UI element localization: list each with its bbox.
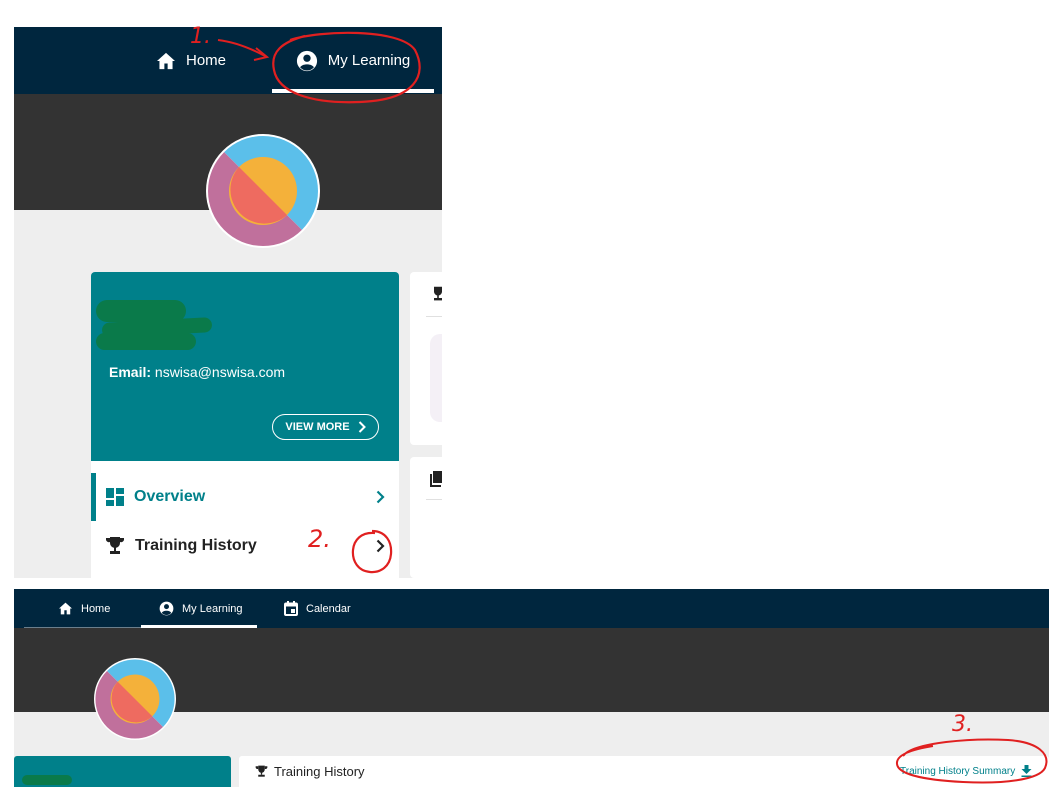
- dashboard-icon: [106, 488, 124, 506]
- avatar: [206, 134, 320, 248]
- redaction-mark: [22, 775, 72, 785]
- view-more-button[interactable]: VIEW MORE: [272, 414, 379, 440]
- nav-my-learning-label: My Learning: [182, 602, 243, 615]
- chevron-right-icon[interactable]: [376, 490, 385, 504]
- account-circle-icon: [159, 601, 174, 616]
- annotation-ellipse: [896, 738, 1048, 784]
- redaction-mark: [96, 333, 196, 350]
- annotation-circle: [351, 529, 393, 574]
- trophy-icon: [434, 286, 442, 301]
- avatar: [94, 658, 176, 740]
- active-tab-indicator: [141, 625, 257, 628]
- home-icon: [157, 52, 175, 69]
- calendar-icon: [284, 601, 298, 616]
- nav-home-tab[interactable]: Home: [58, 589, 110, 628]
- menu-item-overview[interactable]: Overview: [91, 473, 399, 521]
- annotation-marks: [217, 31, 421, 104]
- training-history-title: Training History: [255, 764, 365, 779]
- tab-divider: [24, 627, 141, 628]
- training-history-title-label: Training History: [274, 764, 365, 779]
- menu-item-overview-label: Overview: [134, 488, 206, 505]
- nav-my-learning-tab[interactable]: My Learning: [159, 589, 243, 628]
- email-value: nswisa@nswisa.com: [154, 364, 286, 380]
- trophy-icon: [106, 537, 124, 554]
- home-icon: [59, 602, 72, 615]
- nav-calendar-tab[interactable]: Calendar: [284, 589, 351, 628]
- annotation-step-3: 3.: [952, 712, 973, 737]
- nav-calendar-label: Calendar: [306, 602, 351, 615]
- annotation-step-1: 1.: [190, 24, 211, 49]
- annotation-step-2: 2.: [308, 525, 331, 553]
- nav-home-label: Home: [81, 602, 111, 615]
- library-books-icon: [430, 471, 442, 487]
- profile-email: Email: nswisa@nswisa.com: [109, 364, 285, 380]
- view-more-label: VIEW MORE: [285, 421, 350, 433]
- menu-item-training-history-label: Training History: [135, 537, 257, 554]
- chevron-right-icon: [358, 421, 366, 433]
- email-label: Email:: [109, 364, 152, 380]
- trophy-icon: [255, 765, 268, 777]
- side-card: [410, 272, 442, 445]
- side-card: [410, 457, 442, 578]
